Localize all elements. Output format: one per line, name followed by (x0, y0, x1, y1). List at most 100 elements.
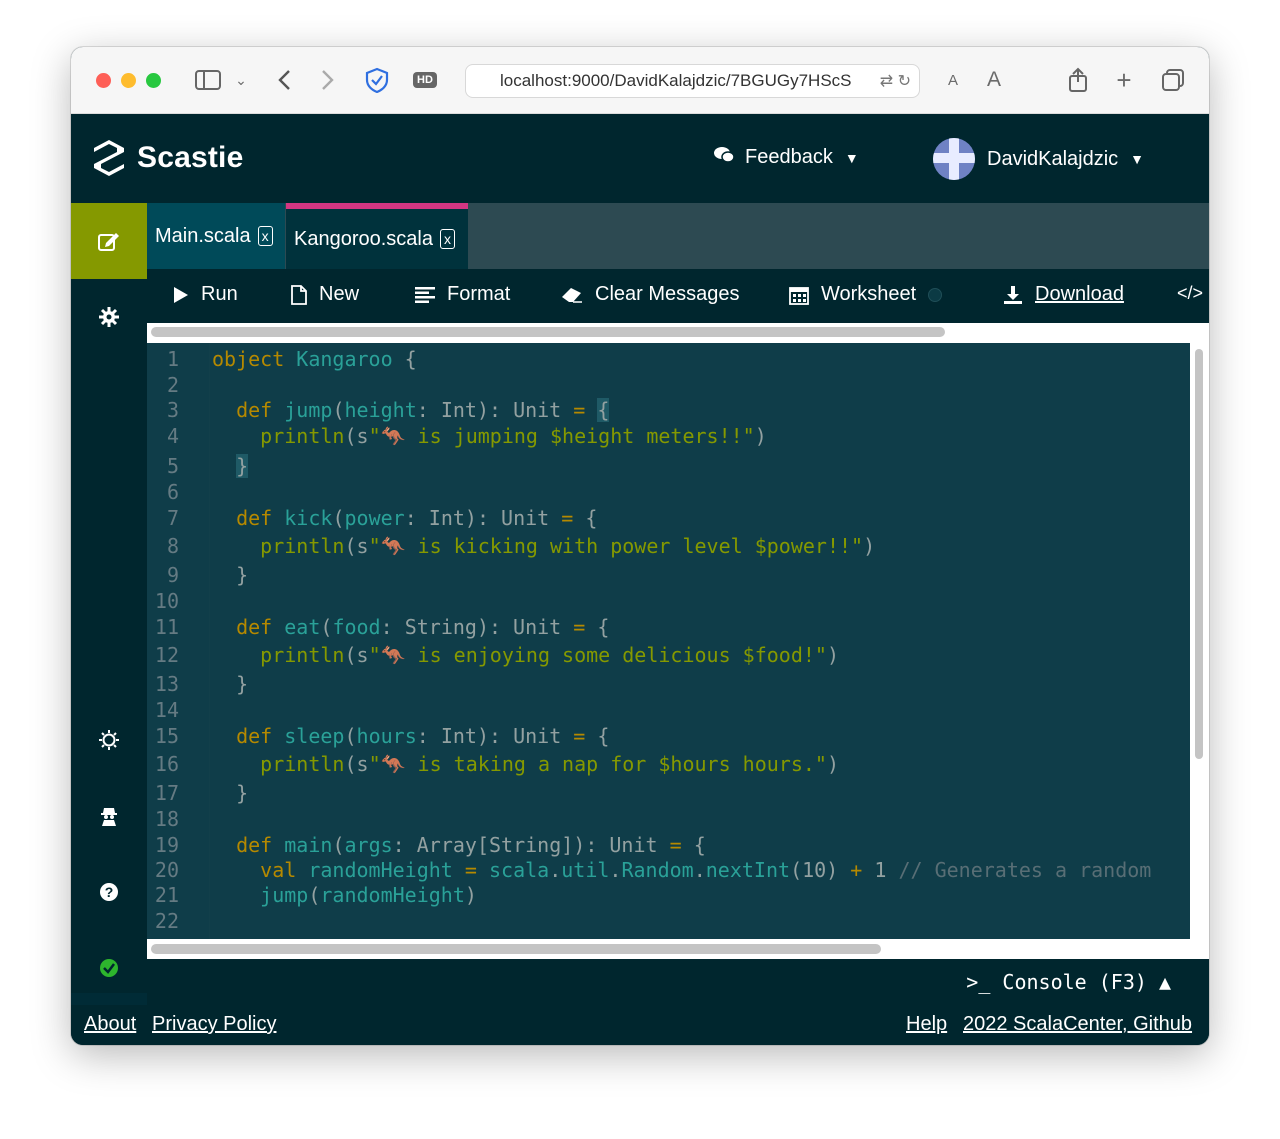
scrollbar-thumb[interactable] (1195, 349, 1203, 759)
text-size-small[interactable]: A (943, 65, 963, 95)
forward-arrow-icon[interactable] (315, 65, 341, 95)
privacy-policy-link[interactable]: Privacy Policy (152, 1013, 276, 1036)
translate-reload-icons[interactable]: ⇄ ↻ (880, 71, 911, 91)
share-icon[interactable] (1065, 65, 1091, 95)
scastie-logo[interactable]: Scastie (93, 139, 243, 177)
line-number: 18 (154, 807, 179, 831)
scrollbar-thumb[interactable] (151, 944, 881, 954)
line-number: 21 (154, 883, 179, 907)
align-left-icon (415, 286, 435, 303)
sun-icon (99, 730, 119, 750)
browser-toolbar: ⌄ HD localhost:9000/DavidKalajdzic/7BGUG… (71, 47, 1209, 114)
line-number: 3 (166, 398, 179, 422)
code-line: 13 } (147, 671, 1190, 698)
user-menu[interactable]: DavidKalajdzic ▼ (933, 138, 1144, 180)
new-label: New (319, 283, 360, 305)
tab-kangoroo-scala[interactable]: Kangoroo.scala x (286, 203, 468, 269)
eraser-icon (561, 287, 583, 303)
worksheet-status-dot (928, 287, 943, 302)
minimize-window-button[interactable] (121, 73, 136, 88)
caret-down-icon: ▼ (844, 149, 859, 166)
close-window-button[interactable] (96, 73, 111, 88)
gear-icon (99, 307, 119, 327)
zoom-window-button[interactable] (146, 73, 161, 88)
code-line: 10 (147, 588, 1190, 615)
code-editor[interactable]: 1 object Kangaroo { 2 3 def jump(height: … (147, 343, 1190, 939)
caret-down-icon: ▼ (1130, 151, 1145, 167)
code-text: println(s"🦘 is taking a nap for $hours h… (260, 752, 839, 776)
console-toggle[interactable]: >_ Console (F3) ▲ (966, 970, 1171, 994)
embed-code-button[interactable]: </> (1177, 283, 1203, 304)
feedback-menu[interactable]: Feedback ▼ (713, 146, 859, 169)
line-number: 20 (154, 858, 179, 882)
feedback-label: Feedback (745, 146, 833, 168)
bottom-scrollbar[interactable] (147, 939, 1209, 959)
play-icon (173, 286, 189, 304)
code-line: 12 println(s"🦘 is enjoying some deliciou… (147, 642, 1190, 669)
help-button[interactable]: ? (71, 874, 147, 910)
browser-window: ⌄ HD localhost:9000/DavidKalajdzic/7BGUG… (71, 47, 1209, 1045)
status-button[interactable] (71, 950, 147, 986)
line-number: 16 (154, 752, 179, 776)
theme-toggle-button[interactable] (71, 722, 147, 758)
sidebar-toggle-icon[interactable] (193, 65, 223, 95)
shield-icon[interactable] (363, 65, 391, 95)
code-text: } (212, 563, 249, 587)
tab-overview-icon[interactable] (1159, 65, 1187, 95)
line-number: 7 (166, 506, 179, 530)
code-text: object Kangaroo { (212, 347, 417, 371)
code-line: 15 def sleep(hours: Int): Unit = { (147, 723, 1190, 750)
vertical-scrollbar[interactable] (1190, 343, 1209, 939)
edit-icon (98, 233, 119, 251)
code-text: } (212, 672, 249, 696)
username: DavidKalajdzic (987, 147, 1119, 170)
chevron-down-icon[interactable]: ⌄ (231, 65, 251, 95)
line-number: 5 (166, 454, 179, 478)
privacy-button[interactable] (71, 798, 147, 834)
chat-bubbles-icon (713, 146, 735, 169)
line-number: 14 (154, 698, 179, 722)
download-button[interactable]: Download (1003, 283, 1124, 306)
code-line: 22 (147, 908, 1190, 935)
tab-main-scala[interactable]: Main.scala x (147, 203, 285, 269)
new-tab-icon[interactable]: + (1111, 65, 1137, 95)
line-number: 22 (154, 909, 179, 933)
calendar-icon (789, 285, 809, 305)
copyright-github-link[interactable]: 2022 ScalaCenter, Github (963, 1013, 1192, 1036)
line-number: 10 (154, 589, 179, 613)
editor-toolbar: Run New Format Clear Messages Worksheet … (147, 269, 1209, 323)
about-link[interactable]: About (84, 1013, 136, 1036)
text-size-large[interactable]: A (983, 65, 1005, 95)
app-name: Scastie (137, 141, 244, 174)
app-header: Scastie Feedback ▼ DavidKalajdzic ▼ (71, 114, 1209, 203)
code-line: 7 def kick(power: Int): Unit = { (147, 505, 1190, 532)
run-button[interactable]: Run (173, 283, 238, 306)
tab-label: Main.scala (155, 224, 251, 247)
line-number: 1 (166, 347, 179, 371)
url-text: localhost:9000/DavidKalajdzic/7BGUGy7HSc… (500, 71, 852, 90)
close-tab-button[interactable]: x (257, 226, 273, 246)
format-button[interactable]: Format (415, 283, 510, 306)
new-button[interactable]: New (291, 283, 359, 306)
line-number: 11 (154, 615, 179, 639)
back-arrow-icon[interactable] (271, 65, 297, 95)
line-number: 8 (166, 534, 179, 558)
close-tab-button[interactable]: x (439, 229, 455, 249)
top-scrollbar[interactable] (147, 323, 1209, 343)
code-line: 19 def main(args: Array[String]): Unit =… (147, 832, 1190, 859)
settings-gear-button[interactable] (71, 299, 147, 335)
code-line: 6 (147, 479, 1190, 506)
code-text: def jump(height: Int): Unit = { (236, 398, 610, 422)
clear-messages-button[interactable]: Clear Messages (561, 283, 740, 306)
help-link[interactable]: Help (906, 1013, 947, 1036)
code-text: } (236, 454, 249, 478)
footer: About Privacy Policy Help 2022 ScalaCent… (71, 1005, 1209, 1045)
run-label: Run (201, 283, 238, 305)
address-bar[interactable]: localhost:9000/DavidKalajdzic/7BGUGy7HSc… (465, 64, 920, 98)
editor-view-button[interactable] (71, 203, 147, 279)
line-number: 13 (154, 672, 179, 696)
line-number: 15 (154, 724, 179, 748)
scrollbar-thumb[interactable] (151, 327, 945, 337)
hd-badge[interactable]: HD (411, 65, 439, 95)
worksheet-toggle[interactable]: Worksheet (789, 283, 943, 306)
